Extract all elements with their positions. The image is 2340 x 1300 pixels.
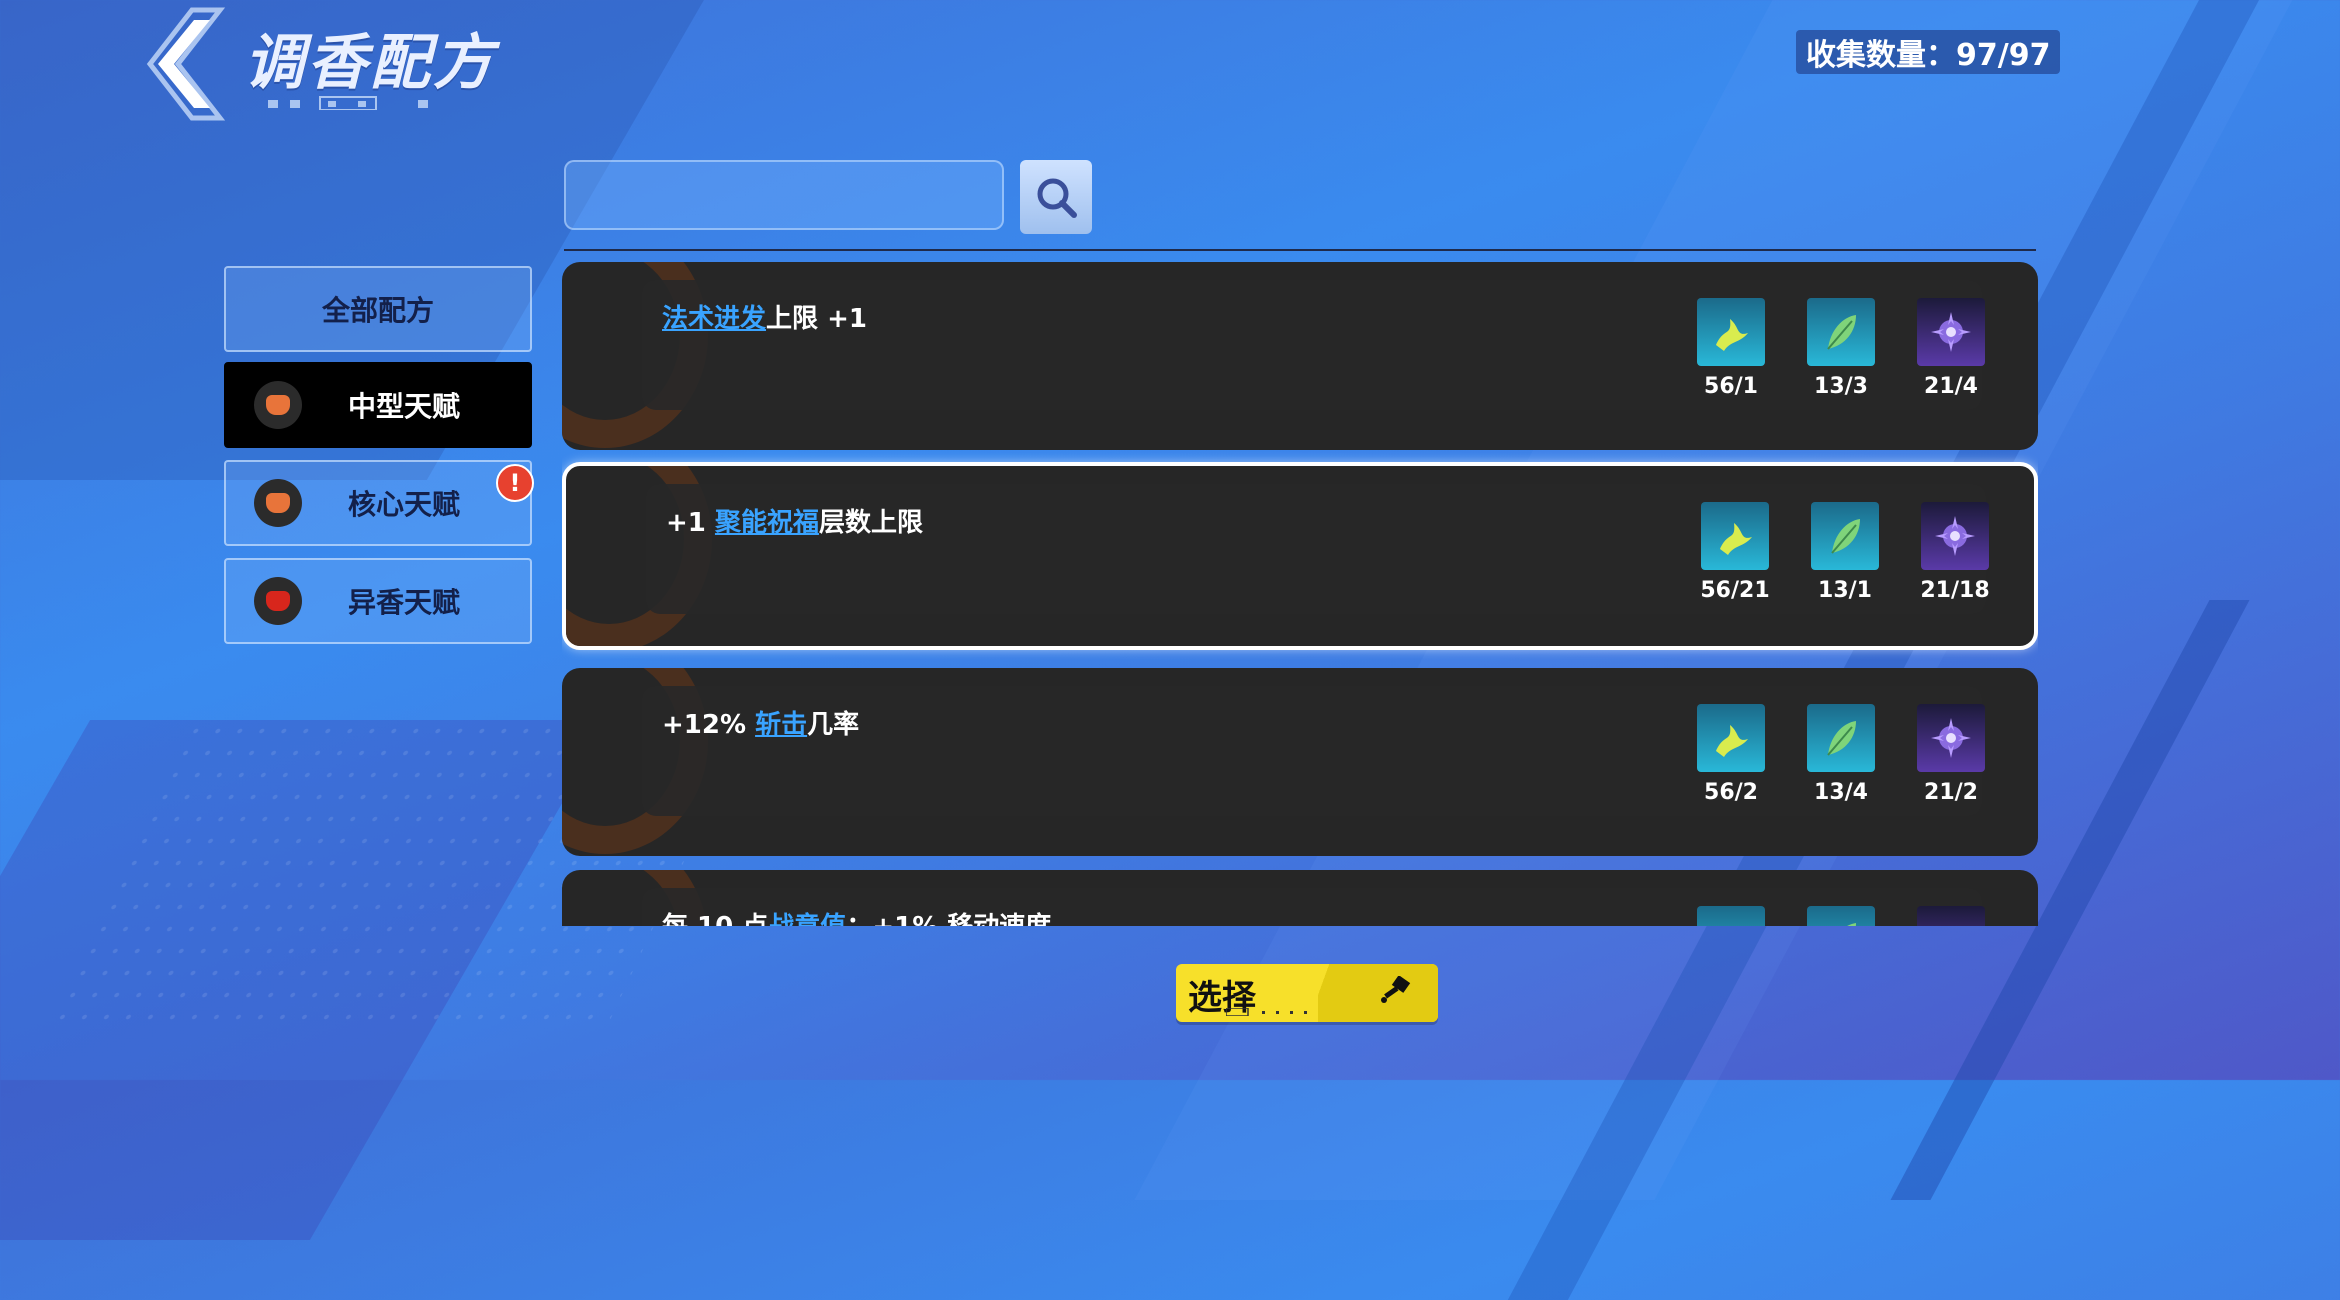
nav-item-label: 中型天赋 xyxy=(348,390,461,423)
nav-item-label: 核心天赋 xyxy=(348,488,461,521)
keyword-link[interactable]: 法术进发 xyxy=(662,304,766,334)
back-button[interactable] xyxy=(140,6,226,122)
material-list: 56/21 13/1 21/18 xyxy=(1700,502,1990,603)
purple-crystal-icon xyxy=(1917,704,1985,772)
material-item: 21/2 xyxy=(1916,704,1986,805)
recipe-card[interactable]: 每 10 点战意值：+1% 移动速度 xyxy=(562,870,2038,926)
material-list: 56/1 13/3 21/4 xyxy=(1696,298,1986,399)
material-count: 13/3 xyxy=(1814,374,1868,399)
nav-item-core-talent[interactable]: 核心天赋 xyxy=(224,460,532,546)
material-list: 56/2 13/4 21/2 xyxy=(1696,704,1986,805)
bg-stripe xyxy=(0,720,611,1240)
purple-crystal-icon xyxy=(1917,906,1985,926)
yellow-flower-icon xyxy=(1697,906,1765,926)
recipe-effect: +1 聚能祝福层数上限 xyxy=(666,508,923,538)
search-input[interactable] xyxy=(564,160,1004,230)
purple-crystal-icon xyxy=(1921,502,1989,570)
material-item xyxy=(1916,906,1986,926)
green-leaf-icon xyxy=(1807,704,1875,772)
green-leaf-icon xyxy=(1811,502,1879,570)
material-count: 13/4 xyxy=(1814,780,1868,805)
recipe-effect: 每 10 点战意值：+1% 移动速度 xyxy=(662,906,1051,926)
recipe-card[interactable]: 法术进发上限 +1 56/1 13/3 21/4 xyxy=(562,262,2038,450)
pot-orange-icon xyxy=(254,479,302,527)
material-item: 13/1 xyxy=(1810,502,1880,603)
material-count: 56/1 xyxy=(1704,374,1758,399)
nav-item-odd-fragrance-talent[interactable]: 异香天赋 xyxy=(224,558,532,644)
search-button[interactable] xyxy=(1020,160,1092,234)
keyword-link[interactable]: 斩击 xyxy=(755,710,807,740)
recipe-effect: +12% 斩击几率 xyxy=(662,710,860,740)
recipe-card[interactable]: +1 聚能祝福层数上限 56/21 13/1 21/18 xyxy=(562,462,2038,650)
collection-count: 收集数量：97/97 xyxy=(1796,30,2061,74)
button-decoration xyxy=(1226,1008,1307,1016)
material-count: 56/21 xyxy=(1700,578,1770,603)
nav-item-all-recipes[interactable]: 全部配方 xyxy=(224,266,532,352)
keyword-link[interactable]: 战意值 xyxy=(768,912,846,926)
yellow-flower-icon xyxy=(1701,502,1769,570)
material-item: 56/2 xyxy=(1696,704,1766,805)
green-leaf-icon xyxy=(1807,906,1875,926)
select-button[interactable]: 选择 xyxy=(1176,964,1438,1022)
material-item: 56/21 xyxy=(1700,502,1770,603)
hammer-icon xyxy=(1381,976,1411,1003)
material-item: 13/3 xyxy=(1806,298,1876,399)
pot-orange-icon xyxy=(254,381,302,429)
purple-crystal-icon xyxy=(1917,298,1985,366)
material-item xyxy=(1696,906,1766,926)
yellow-flower-icon xyxy=(1697,704,1765,772)
material-item: 56/1 xyxy=(1696,298,1766,399)
chevron-left-icon xyxy=(146,7,226,121)
green-leaf-icon xyxy=(1807,298,1875,366)
nav-item-label: 异香天赋 xyxy=(348,586,461,619)
recipe-card[interactable]: +12% 斩击几率 56/2 13/4 21/2 xyxy=(562,668,2038,856)
material-count: 56/2 xyxy=(1704,780,1758,805)
pot-red-icon xyxy=(254,577,302,625)
material-list xyxy=(1696,906,1986,926)
recipe-list[interactable]: 法术进发上限 +1 56/1 13/3 21/4 +1 聚能祝福层数上限 56/… xyxy=(562,262,2038,926)
title-decoration xyxy=(268,96,428,110)
divider xyxy=(564,249,2036,251)
recipe-effect: 法术进发上限 +1 xyxy=(662,304,867,334)
material-item: 13/4 xyxy=(1806,704,1876,805)
keyword-link[interactable]: 聚能祝福 xyxy=(715,508,819,538)
alert-badge: ! xyxy=(496,464,534,502)
material-count: 21/18 xyxy=(1920,578,1990,603)
button-accent xyxy=(1318,964,1438,1022)
nav-item-label: 全部配方 xyxy=(321,294,434,327)
nav-item-medium-talent[interactable]: 中型天赋 xyxy=(224,362,532,448)
material-count: 21/4 xyxy=(1924,374,1978,399)
material-count: 13/1 xyxy=(1818,578,1872,603)
material-item xyxy=(1806,906,1876,926)
page-title: 调香配方 xyxy=(244,28,496,98)
search-icon xyxy=(1037,178,1077,218)
material-count: 21/2 xyxy=(1924,780,1978,805)
yellow-flower-icon xyxy=(1697,298,1765,366)
material-item: 21/4 xyxy=(1916,298,1986,399)
material-item: 21/18 xyxy=(1920,502,1990,603)
